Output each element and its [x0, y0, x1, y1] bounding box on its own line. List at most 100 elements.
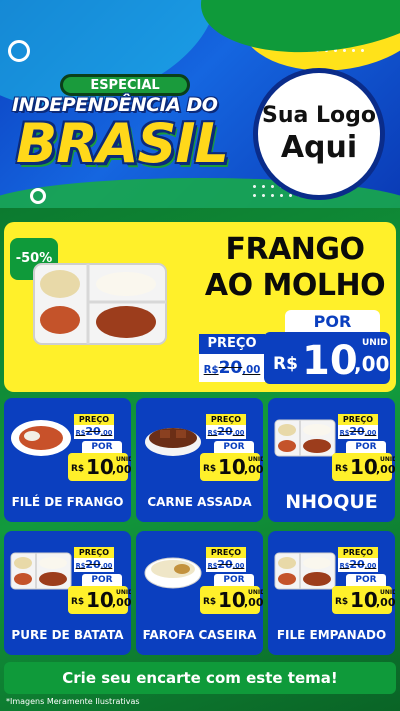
preco-label: PREÇO — [338, 547, 378, 558]
preco-label: PREÇO — [206, 414, 246, 425]
old-price-cents: ,00 — [100, 429, 113, 437]
logo-text-line2: Aqui — [280, 130, 358, 165]
meal-tray-image — [33, 263, 167, 345]
meal-tray-image — [274, 419, 336, 457]
preco-label: PREÇO — [206, 547, 246, 558]
disclaimer-text: *Imagens Meramente Ilustrativas — [6, 697, 140, 706]
product-name: PURE DE BATATA — [11, 628, 124, 642]
unit-label: UNID — [116, 589, 131, 596]
new-price-currency: R$ — [335, 597, 349, 607]
old-price-int: 20 — [218, 358, 243, 378]
product-name: FAROFA CASEIRA — [142, 628, 257, 642]
logo-text-line1: Sua Logo — [261, 103, 376, 128]
new-price: UNID R$ 10,00 — [200, 586, 263, 614]
product-name: CARNE ASSADA — [147, 495, 252, 509]
featured-preco-label: PREÇO — [199, 334, 265, 354]
preco-label: PREÇO — [338, 414, 378, 425]
featured-name-line1: FRANGO — [225, 232, 365, 267]
new-price-currency: R$ — [335, 464, 349, 474]
new-price-currency: R$ — [71, 597, 85, 607]
old-price-int: 20 — [349, 558, 365, 571]
new-price-currency: R$ — [203, 597, 217, 607]
especial-badge: ESPECIAL — [60, 74, 190, 96]
new-price-currency: R$ — [71, 464, 85, 474]
cta-banner: Crie seu encarte com este tema! — [4, 662, 396, 694]
new-price: UNID R$ 10,00 — [332, 453, 395, 481]
new-price: UNID R$ 10,00 — [68, 453, 131, 481]
featured-name: FRANGO AO MOLHO — [200, 232, 390, 304]
header-banner: ESPECIAL INDEPENDÊNCIA DO BRASIL Sua Log… — [0, 0, 400, 208]
unit-label: UNID — [248, 589, 263, 596]
por-label: POR — [214, 574, 254, 586]
new-price-cents: ,00 — [354, 352, 390, 376]
title-block: ESPECIAL INDEPENDÊNCIA DO BRASIL — [12, 70, 232, 190]
old-price-currency: R$ — [203, 365, 219, 376]
new-price-int: 10 — [86, 455, 114, 479]
old-price-currency: R$ — [339, 429, 350, 437]
old-price-int: 20 — [217, 425, 233, 438]
old-price-currency: R$ — [207, 429, 218, 437]
rice-bowl-image — [144, 557, 202, 589]
roast-beef-bowl-image — [145, 428, 201, 456]
por-label: POR — [346, 574, 386, 586]
old-price-int: 20 — [85, 425, 101, 438]
new-price-int: 10 — [86, 588, 114, 612]
old-price-currency: R$ — [75, 429, 86, 437]
new-price-cents: ,00 — [244, 463, 263, 476]
old-price: R$20,00 — [338, 558, 378, 572]
product-card: PREÇO R$20,00 POR UNID R$ 10,00 FILE EMPANADO — [268, 531, 395, 655]
new-price-currency: R$ — [203, 464, 217, 474]
new-price-currency: R$ — [273, 354, 298, 374]
new-price-cents: ,00 — [112, 463, 131, 476]
old-price-cents: ,00 — [232, 562, 245, 570]
old-price-int: 20 — [349, 425, 365, 438]
meal-tray-image — [10, 552, 72, 590]
decorative-ring — [30, 188, 46, 204]
featured-new-price: UNID R$ 10 ,00 — [264, 332, 390, 384]
old-price-cents: ,00 — [364, 562, 377, 570]
old-price-cents: ,00 — [232, 429, 245, 437]
old-price-int: 20 — [217, 558, 233, 571]
old-price-currency: R$ — [75, 562, 86, 570]
product-card: PREÇO R$20,00 POR UNID R$ 10,00 PURE DE BATATA — [4, 531, 131, 655]
decorative-dots — [295, 28, 365, 56]
old-price-int: 20 — [85, 558, 101, 571]
unit-label: UNID — [248, 456, 263, 463]
filet-plate-image — [11, 420, 71, 456]
title-brasil: BRASIL — [16, 112, 229, 175]
product-card: PREÇO R$20,00 POR UNID R$ 10,00 FAROFA CASEIRA — [136, 531, 263, 655]
featured-old-price: R$20,00 — [199, 354, 265, 382]
new-price-cents: ,00 — [112, 596, 131, 609]
new-price-int: 10 — [350, 588, 378, 612]
new-price-int: 10 — [350, 455, 378, 479]
old-price-cents: ,00 — [100, 562, 113, 570]
preco-label: PREÇO — [74, 547, 114, 558]
product-card: PREÇO R$20,00 POR UNID R$ 10,00 FILÉ DE FRANGO — [4, 398, 131, 522]
old-price: R$20,00 — [338, 425, 378, 439]
unit-label: UNID — [116, 456, 131, 463]
old-price-currency: R$ — [207, 562, 218, 570]
por-label: POR — [346, 441, 386, 453]
new-price-int: 10 — [218, 588, 246, 612]
decorative-ring — [8, 40, 30, 62]
por-label: POR — [214, 441, 254, 453]
new-price-cents: ,00 — [376, 596, 395, 609]
preco-label: PREÇO — [74, 414, 114, 425]
old-price: R$20,00 — [206, 558, 246, 572]
unit-label: UNID — [380, 589, 395, 596]
unit-label: UNID — [380, 456, 395, 463]
old-price-cents: ,00 — [364, 429, 377, 437]
product-card: PREÇO R$20,00 POR UNID R$ 10,00 NHOQUE — [268, 398, 395, 522]
old-price-currency: R$ — [339, 562, 350, 570]
old-price-cents: ,00 — [242, 365, 261, 376]
new-price: UNID R$ 10,00 — [200, 453, 263, 481]
product-name: NHOQUE — [285, 491, 378, 513]
new-price-cents: ,00 — [376, 463, 395, 476]
unit-label: UNID — [362, 338, 388, 348]
product-name: FILE EMPANADO — [276, 628, 387, 642]
old-price: R$20,00 — [74, 558, 114, 572]
por-label: POR — [82, 441, 122, 453]
por-label: POR — [82, 574, 122, 586]
meal-tray-image — [274, 552, 336, 590]
logo-placeholder: Sua Logo Aqui — [253, 68, 385, 200]
